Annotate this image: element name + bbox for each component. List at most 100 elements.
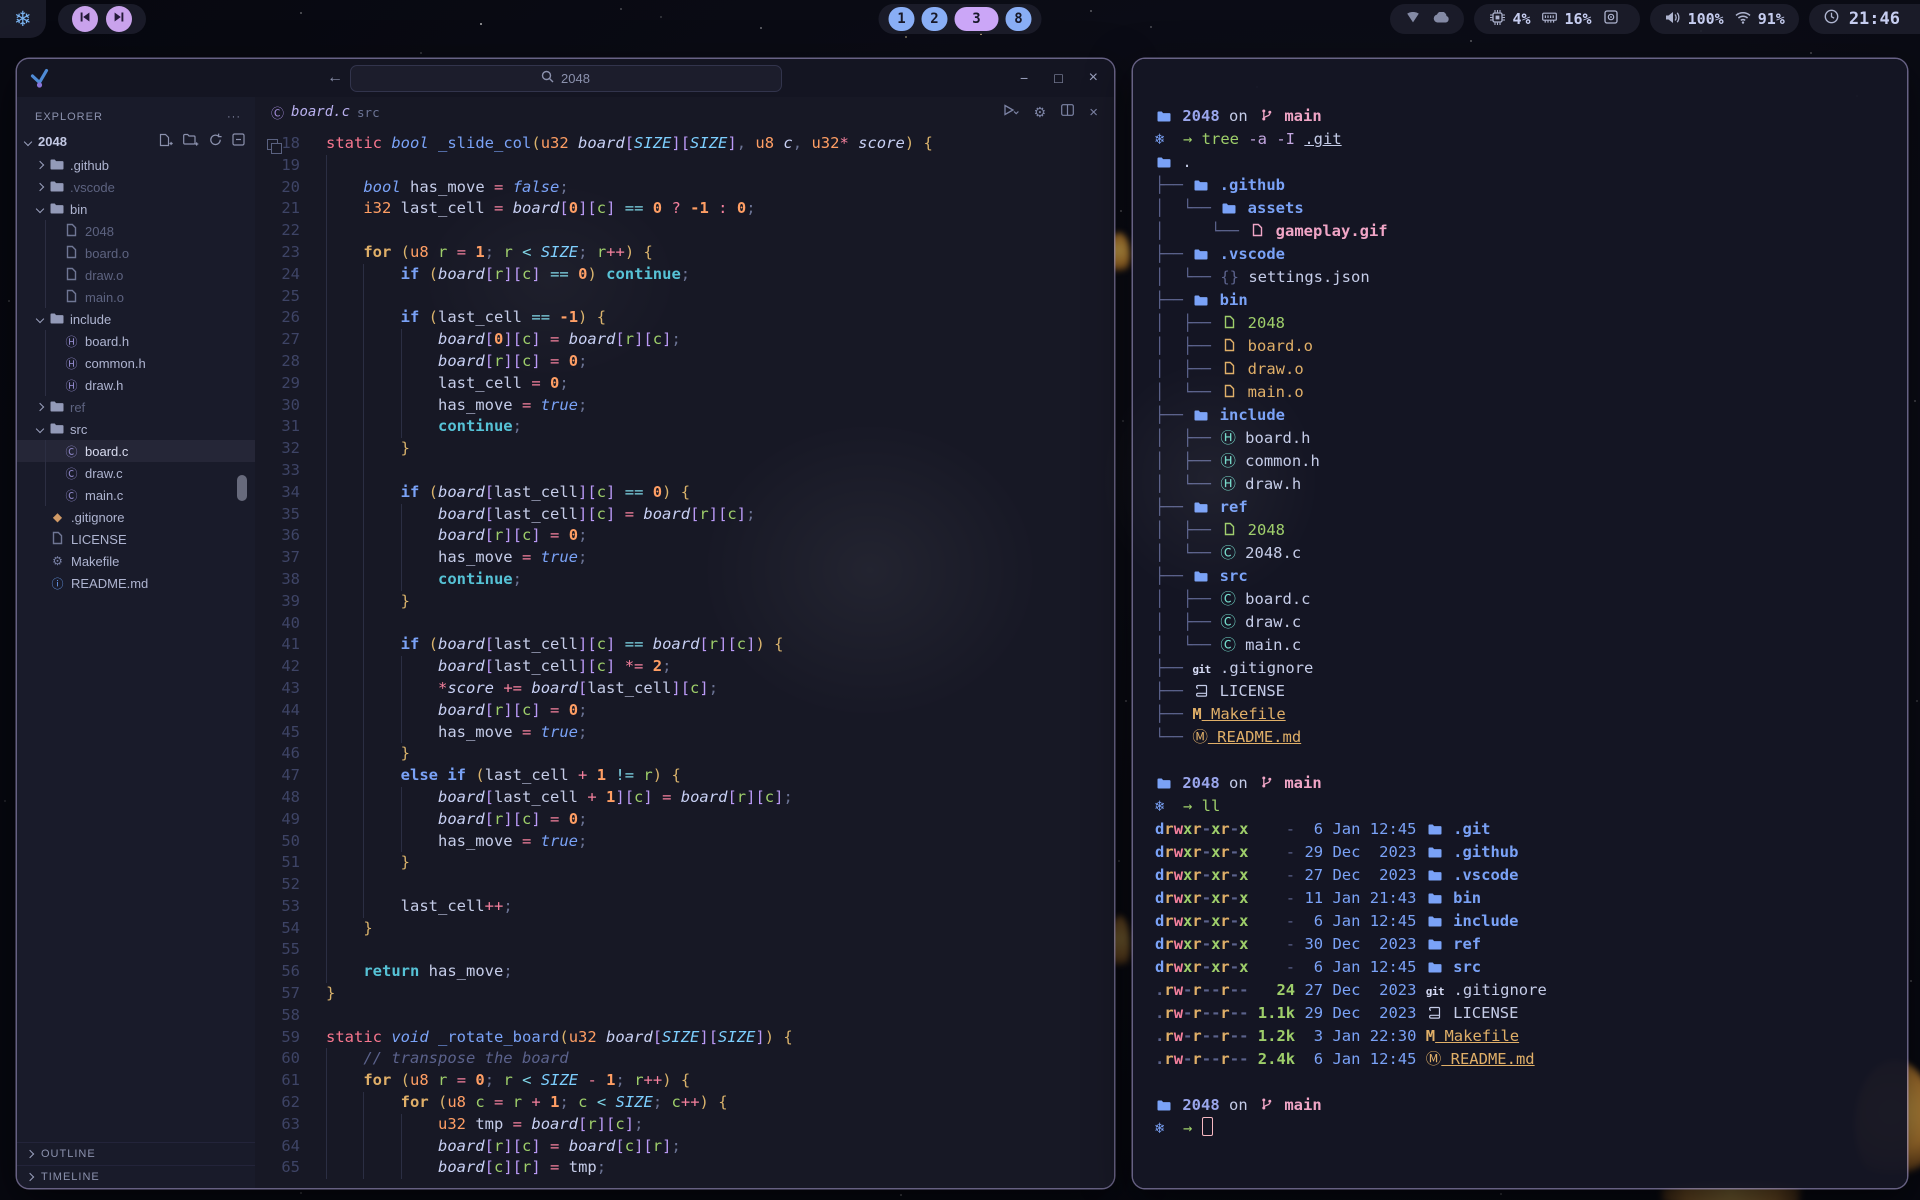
explorer-item-label: common.h (85, 356, 146, 371)
folder-icon (49, 422, 64, 437)
code-line-42: 42 board[last_cell][c] *= 2; (255, 656, 1114, 678)
maximize-button[interactable]: □ (1054, 70, 1062, 86)
status-bar: ❄ 1238 4% 16% 100% 91% 21:46 (0, 0, 1920, 38)
explorer-root-folder[interactable]: 2048 (17, 129, 255, 154)
memory-usage: 16% (1565, 10, 1592, 28)
tab-filename: board.c (291, 104, 350, 120)
close-tab-icon[interactable]: × (1089, 104, 1098, 121)
run-button[interactable] (1003, 103, 1019, 121)
terminal-content[interactable]: 2048 on main❄ → tree -a -I .git .├── .gi… (1133, 59, 1907, 1140)
workspace-1[interactable]: 1 (889, 7, 915, 31)
terminal-cursor (1202, 1117, 1213, 1136)
branch-icon (1257, 1095, 1275, 1118)
explorer-item-Makefile[interactable]: ⚙Makefile (17, 550, 255, 572)
vscode-titlebar[interactable]: ← → 2048 − □ × (17, 59, 1114, 97)
explorer-item-include[interactable]: include (17, 308, 255, 330)
code-line-29: 29 last_cell = 0; (255, 373, 1114, 395)
explorer-item-label: Makefile (71, 554, 119, 569)
folder-icon (1192, 290, 1210, 313)
refresh-icon[interactable] (209, 133, 222, 150)
workspace-8[interactable]: 8 (1006, 7, 1032, 31)
gear-icon[interactable]: ⚙ (1034, 104, 1047, 121)
terminal-line: │ ├── draw.o (1155, 358, 1897, 381)
explorer-item-label: src (70, 422, 87, 437)
tab-board-c[interactable]: Ⓒ board.c src (271, 103, 380, 122)
explorer-item-.vscode[interactable]: .vscode (17, 176, 255, 198)
split-editor-icon[interactable] (1061, 103, 1074, 121)
terminal-line: .rw-r--r-- 1.1k 29 Dec 2023 LICENSE (1155, 1002, 1897, 1025)
terminal-line: │ ├── 2048 (1155, 519, 1897, 542)
terminal-line: │ ├── Ⓗ common.h (1155, 450, 1897, 473)
skip-back-button[interactable] (72, 6, 98, 32)
close-button[interactable]: × (1089, 69, 1098, 87)
skip-forward-button[interactable] (106, 6, 132, 32)
terminal-line: ├── bin (1155, 289, 1897, 312)
chevron-right-icon (36, 183, 44, 191)
folder-icon (1426, 934, 1444, 957)
code-line-26: 26 if (last_cell == -1) { (255, 307, 1114, 329)
code-line-44: 44 board[r][c] = 0; (255, 700, 1114, 722)
terminal-line: ├── ref (1155, 496, 1897, 519)
clock-module: 21:46 (1809, 4, 1920, 34)
minimize-button[interactable]: − (1020, 70, 1028, 86)
skip-back-icon (79, 10, 91, 28)
explorer-item-main.c[interactable]: Ⓒmain.c (17, 484, 255, 506)
file-icon (64, 289, 79, 306)
branch-icon (1257, 106, 1275, 129)
terminal-line: └── Ⓜ README.md (1155, 726, 1897, 749)
code-line-36: 36 board[r][c] = 0; (255, 525, 1114, 547)
explorer-item-bin[interactable]: bin (17, 198, 255, 220)
nav-back-icon[interactable]: ← (327, 69, 343, 87)
new-folder-icon[interactable] (183, 133, 199, 150)
doc-icon (1220, 313, 1238, 336)
explorer-item-.gitignore[interactable]: ◆.gitignore (17, 506, 255, 528)
code-line-56: 56 return has_move; (255, 961, 1114, 983)
signal-wedge-icon (1404, 10, 1422, 28)
explorer-item-2048[interactable]: 2048 (17, 220, 255, 242)
explorer-menu-icon[interactable]: ··· (227, 111, 241, 123)
explorer-item-LICENSE[interactable]: LICENSE (17, 528, 255, 550)
code-line-49: 49 board[r][c] = 0; (255, 809, 1114, 831)
workspace-3-active[interactable]: 3 (955, 7, 999, 31)
explorer-item-README.md[interactable]: ⓘREADME.md (17, 572, 255, 594)
doc-icon (1220, 336, 1238, 359)
terminal-line (1155, 749, 1897, 772)
terminal-line: ├── M Makefile (1155, 703, 1897, 726)
C-icon: Ⓒ (64, 443, 79, 460)
code-line-30: 30 has_move = true; (255, 395, 1114, 417)
workspace-switcher: 1238 (879, 4, 1042, 34)
chevron-down-icon (24, 137, 32, 145)
explorer-item-board.c[interactable]: Ⓒboard.c (17, 440, 255, 462)
explorer-item-board.o[interactable]: board.o (17, 242, 255, 264)
explorer-item-main.o[interactable]: main.o (17, 286, 255, 308)
explorer-item-.github[interactable]: .github (17, 154, 255, 176)
folder-icon (1155, 106, 1173, 129)
timeline-section[interactable]: TIMELINE (17, 1165, 255, 1188)
code-editor[interactable]: 18static bool _slide_col(u32 board[SIZE]… (255, 127, 1114, 1179)
workspace-2[interactable]: 2 (922, 7, 948, 31)
code-line-63: 63 u32 tmp = board[r][c]; (255, 1114, 1114, 1136)
command-center-search[interactable]: 2048 (350, 65, 782, 92)
sidebar-scrollbar-thumb[interactable] (237, 475, 247, 501)
folder-icon (1426, 842, 1444, 865)
explorer-item-common.h[interactable]: Ⓗcommon.h (17, 352, 255, 374)
outline-section[interactable]: OUTLINE (17, 1142, 255, 1165)
folder-icon (1192, 566, 1210, 589)
explorer-item-board.h[interactable]: Ⓗboard.h (17, 330, 255, 352)
explorer-item-draw.h[interactable]: Ⓗdraw.h (17, 374, 255, 396)
code-line-57: 57} (255, 983, 1114, 1005)
terminal-line: │ ├── board.o (1155, 335, 1897, 358)
terminal-line: drwxr-xr-x - 27 Dec 2023 .vscode (1155, 864, 1897, 887)
terminal-line: ├── LICENSE (1155, 680, 1897, 703)
launcher-button[interactable]: ❄ (0, 0, 46, 38)
permission-string: drwxr-xr-x (1155, 912, 1248, 930)
explorer-item-draw.o[interactable]: draw.o (17, 264, 255, 286)
folder-icon (49, 158, 64, 173)
collapse-all-icon[interactable] (232, 133, 245, 150)
new-file-icon[interactable] (159, 133, 173, 150)
branch-icon (1257, 773, 1275, 796)
memory-icon (1541, 10, 1559, 28)
explorer-item-ref[interactable]: ref (17, 396, 255, 418)
explorer-item-draw.c[interactable]: Ⓒdraw.c (17, 462, 255, 484)
explorer-item-src[interactable]: src (17, 418, 255, 440)
